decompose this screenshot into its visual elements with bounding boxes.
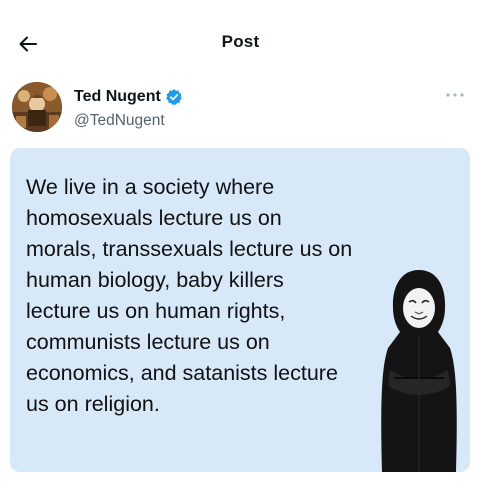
post-content: We live in a society where homosexuals l…	[10, 148, 470, 472]
top-bar: Post	[0, 0, 481, 80]
verified-badge-icon	[166, 89, 182, 105]
page-title: Post	[221, 32, 260, 51]
post-author: Ted Nugent @TedNugent	[12, 82, 472, 142]
user-handle[interactable]: @TedNugent	[74, 112, 165, 130]
more-options-button[interactable]	[444, 88, 466, 102]
more-dots-icon	[446, 93, 464, 97]
name-line: Ted Nugent	[74, 88, 183, 106]
avatar[interactable]	[12, 82, 62, 132]
avatar-photo	[12, 82, 62, 132]
display-name[interactable]: Ted Nugent	[74, 88, 161, 106]
hooded-figure-image	[381, 270, 457, 472]
